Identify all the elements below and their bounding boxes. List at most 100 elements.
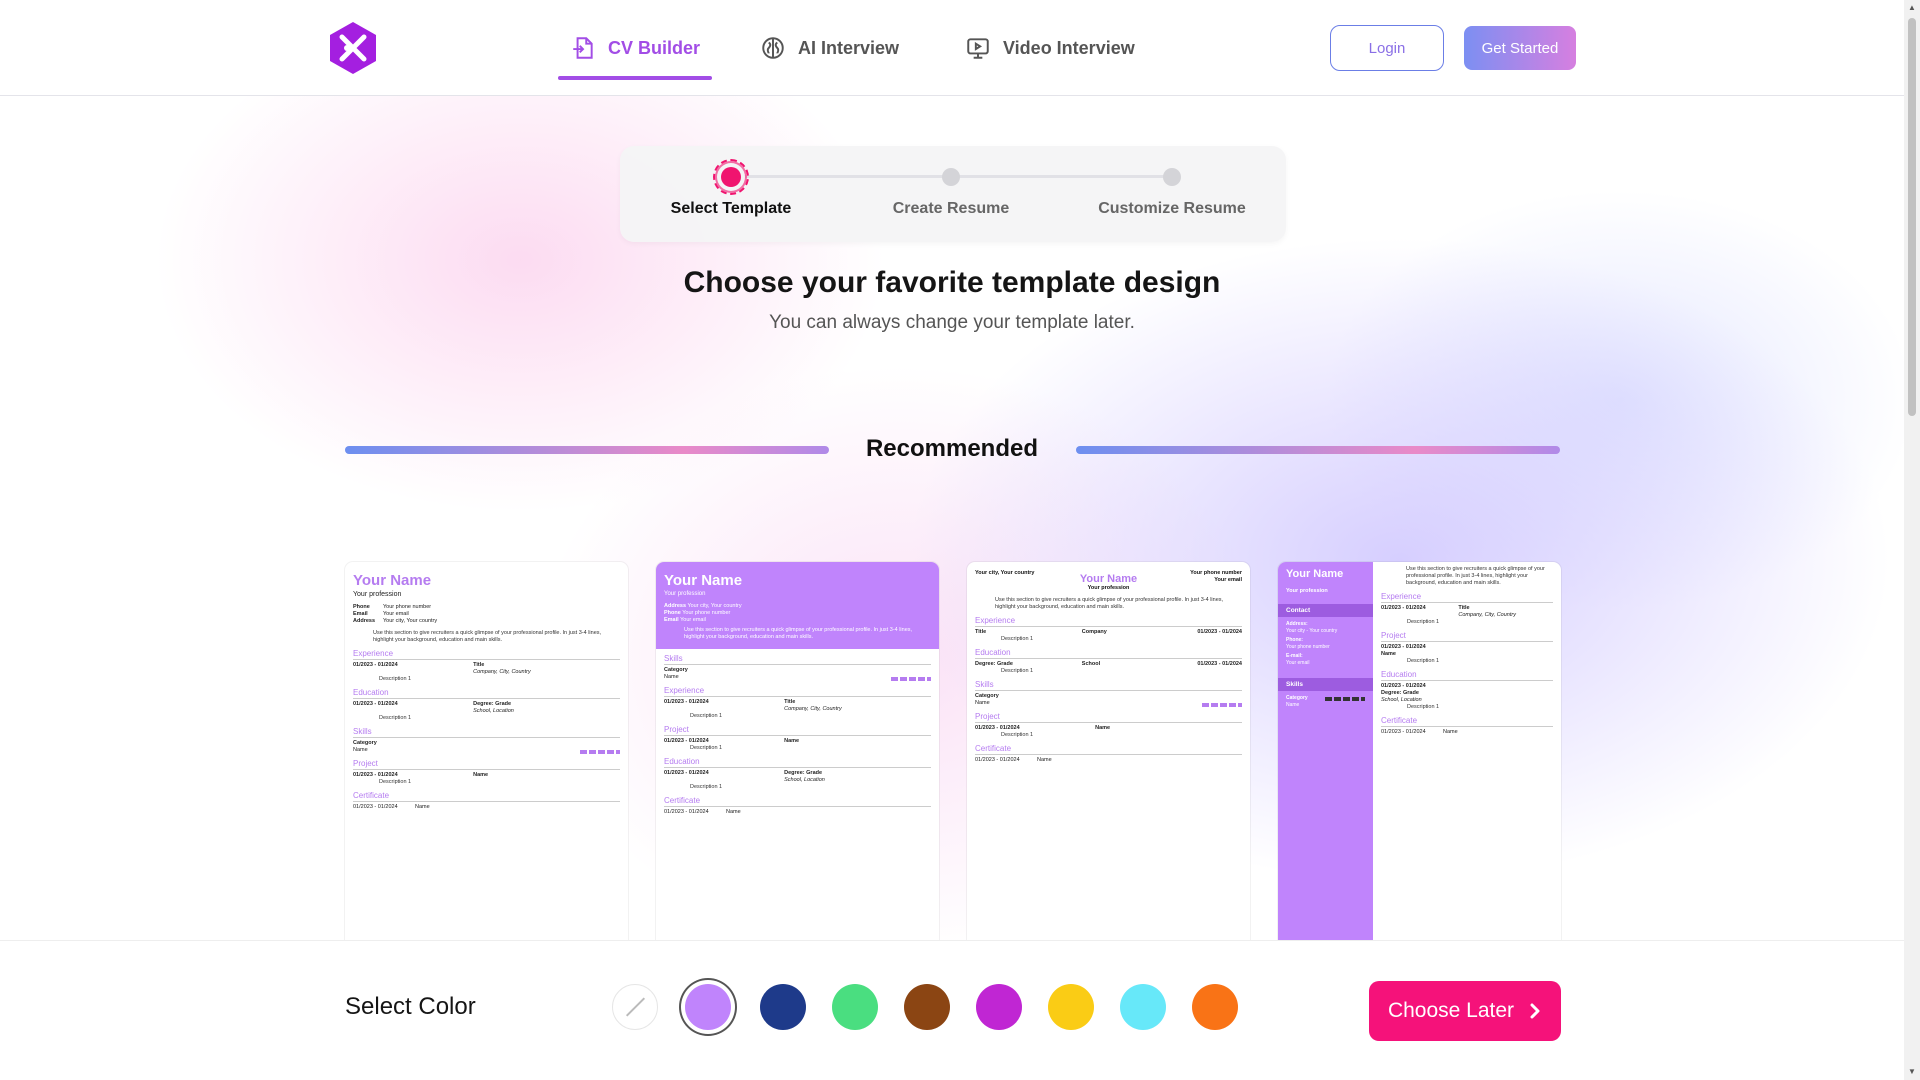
template-sidebar: Your Name Your profession Contact Addres… xyxy=(1278,562,1373,942)
skill-level-dots xyxy=(1202,703,1242,707)
color-swatch-none[interactable] xyxy=(612,984,658,1030)
template-summary: Use this section to give recruiters a qu… xyxy=(373,630,602,643)
login-button[interactable]: Login xyxy=(1330,25,1444,71)
color-swatch[interactable] xyxy=(976,984,1022,1030)
nav-video-interview-label: Video Interview xyxy=(1003,37,1135,58)
template-section-heading: Skills xyxy=(664,654,931,665)
template-label: Email xyxy=(664,617,679,623)
template-section-heading: Skills xyxy=(975,680,1242,691)
monitor-icon xyxy=(967,38,989,59)
template-date: 01/2023 - 01/2024 xyxy=(664,699,709,705)
recommended-heading: Recommended xyxy=(865,435,1039,462)
template-school: School, Location xyxy=(784,777,825,783)
template-title: Title xyxy=(975,629,987,635)
brain-icon xyxy=(762,37,784,59)
template-date: 01/2023 - 01/2024 xyxy=(664,738,709,744)
skill-level-dots xyxy=(1325,696,1365,701)
template-degree: Degree: Grade xyxy=(473,701,512,707)
template-date: 01/2023 - 01/2024 xyxy=(353,772,398,778)
template-label: Address xyxy=(353,618,376,624)
template-project-name: Name xyxy=(1381,651,1396,657)
chevron-right-icon xyxy=(1530,1003,1540,1019)
color-swatch[interactable] xyxy=(760,984,806,1030)
template-value: Your phone number xyxy=(682,610,731,616)
template-description: Description 1 xyxy=(690,745,723,751)
template-description: Description 1 xyxy=(1001,636,1034,642)
get-started-button[interactable]: Get Started xyxy=(1464,26,1576,70)
template-description: Description 1 xyxy=(1407,619,1440,625)
template-company: Company, City, Country xyxy=(784,706,842,712)
template-section-heading: Certificate xyxy=(353,791,620,802)
color-swatch[interactable] xyxy=(832,984,878,1030)
template-section-heading: Education xyxy=(1381,670,1553,681)
template-value: Your email xyxy=(680,617,706,623)
scroll-down-arrow-icon[interactable]: ▼ xyxy=(1904,1064,1920,1080)
template-date: 01/2023 - 01/2024 xyxy=(1197,629,1242,635)
template-card-1[interactable]: Your Name Your profession Phone Your phon… xyxy=(345,562,628,942)
template-profession: Your profession xyxy=(1087,585,1130,591)
template-contact-heading: Contact xyxy=(1278,604,1373,617)
template-date: 01/2023 - 01/2024 xyxy=(1381,729,1426,735)
template-section-heading: Project xyxy=(975,712,1242,723)
color-swatch[interactable] xyxy=(1192,984,1238,1030)
template-date: 01/2023 - 01/2024 xyxy=(664,809,709,815)
template-profession: Your profession xyxy=(664,591,706,597)
template-card-3[interactable]: Your city, Your country Your Name Your p… xyxy=(967,562,1250,942)
template-description: Description 1 xyxy=(379,779,412,785)
template-description: Description 1 xyxy=(690,784,723,790)
template-section-heading: Experience xyxy=(975,616,1242,627)
color-selection-bar: Select Color Choose Later xyxy=(0,940,1904,1080)
template-summary: Use this section to give recruiters a qu… xyxy=(1406,566,1545,586)
scrollbar-thumb[interactable] xyxy=(1908,18,1916,416)
progress-stepper: Select Template Create Resume Customize … xyxy=(620,146,1286,242)
template-school: School xyxy=(1081,661,1101,667)
template-date: 01/2023 - 01/2024 xyxy=(975,725,1020,731)
template-skill-name: Name xyxy=(975,700,990,706)
color-swatch[interactable] xyxy=(685,984,731,1030)
template-date: 01/2023 - 01/2024 xyxy=(1381,644,1426,650)
step-label-select-template: Select Template xyxy=(670,200,792,217)
template-profession: Your profession xyxy=(353,591,402,598)
template-name: Your Name xyxy=(353,572,432,589)
template-card-2[interactable]: Your Name Your profession Address Your c… xyxy=(656,562,939,942)
scroll-up-arrow-icon[interactable]: ▲ xyxy=(1904,0,1920,16)
template-title: Title xyxy=(784,699,796,705)
template-date: 01/2023 - 01/2024 xyxy=(353,804,398,810)
color-swatch[interactable] xyxy=(904,984,950,1030)
template-section-heading: Experience xyxy=(353,649,620,660)
template-school: School, Location xyxy=(1381,697,1422,703)
color-swatch[interactable] xyxy=(1120,984,1166,1030)
vertical-scrollbar[interactable]: ▲ ▼ xyxy=(1904,0,1920,1080)
template-section-heading: Certificate xyxy=(975,744,1242,755)
page-subtitle: You can always change your template late… xyxy=(769,312,1135,333)
choose-later-button[interactable]: Choose Later xyxy=(1369,981,1561,1041)
template-skill-name: Name xyxy=(664,674,679,680)
template-name: Your Name xyxy=(1286,568,1344,580)
skill-level-dots xyxy=(580,750,620,754)
template-date: 01/2023 - 01/2024 xyxy=(1381,683,1426,689)
template-value: Your city, Your country xyxy=(383,618,438,624)
template-card-4[interactable]: Your Name Your profession Contact Addres… xyxy=(1278,562,1561,942)
template-company: Company, City, Country xyxy=(473,669,531,675)
template-company: Company, City, Country xyxy=(1458,612,1516,618)
template-name: Your Name xyxy=(1079,573,1138,585)
template-section-heading: Experience xyxy=(1381,592,1553,603)
template-label: Email xyxy=(353,611,368,617)
page-title: Choose your favorite template design xyxy=(683,266,1221,299)
color-swatch[interactable] xyxy=(1048,984,1094,1030)
nav-cv-builder[interactable]: CV Builder xyxy=(557,0,713,96)
nav-video-interview[interactable]: Video Interview xyxy=(965,0,1135,96)
brand-logo[interactable] xyxy=(327,20,379,76)
template-description: Description 1 xyxy=(379,715,412,721)
template-summary: Use this section to give recruiters a qu… xyxy=(684,627,913,640)
file-import-icon xyxy=(573,37,593,59)
top-navigation-bar: CV Builder AI Interview Video Interview … xyxy=(0,0,1904,96)
select-color-label: Select Color xyxy=(345,993,476,1020)
template-name: Your Name xyxy=(664,572,743,589)
template-location: Your city, Your country xyxy=(975,570,1035,576)
template-cert-name: Name xyxy=(726,809,741,815)
template-profession: Your profession xyxy=(1286,588,1328,594)
nav-ai-interview[interactable]: AI Interview xyxy=(760,0,899,96)
nav-cv-builder-label: CV Builder xyxy=(608,37,701,58)
template-company: Company xyxy=(1081,629,1107,635)
